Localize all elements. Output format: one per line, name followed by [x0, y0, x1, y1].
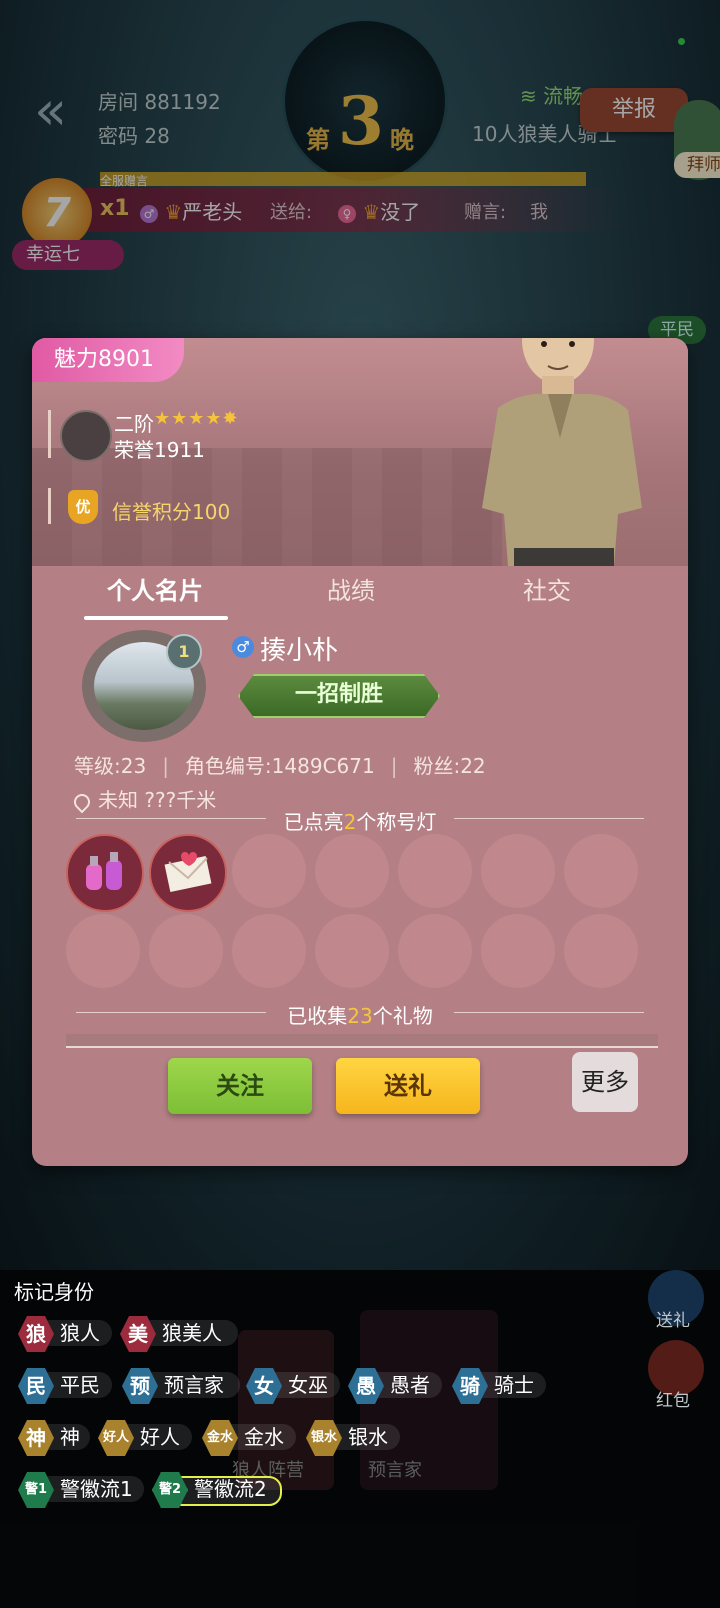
avatar-level-badge: 1: [166, 634, 202, 670]
divider: |: [390, 754, 398, 778]
credit-score: 信誉积分100: [112, 500, 231, 524]
chip-label: 平民: [60, 1373, 100, 1397]
credit-shield-icon: 优: [68, 490, 98, 524]
love-letter-icon[interactable]: [149, 834, 227, 912]
mark-gold-water[interactable]: 金水 金水: [202, 1420, 298, 1456]
chip-label: 警徽流1: [60, 1477, 133, 1501]
more-button[interactable]: 更多: [572, 1052, 638, 1112]
mark-badge-flow-2[interactable]: 警2 警徽流2: [152, 1472, 284, 1508]
rank-icon: [60, 410, 112, 462]
mark-good-person[interactable]: 好人 好人: [98, 1420, 194, 1456]
village-background: [32, 448, 502, 566]
gifts-count: 23: [347, 1004, 373, 1028]
player-profile-modal: 魅力8901 二阶 ★★★★✸ 荣誉1911 优 信誉积分100 个人名片 战绩…: [32, 338, 688, 1166]
tab-profile-card[interactable]: 个人名片: [80, 566, 230, 616]
gifts-post: 个礼物: [372, 1004, 433, 1028]
mark-witch[interactable]: 女 女巫: [246, 1368, 342, 1404]
gifts-pre: 已收集: [287, 1004, 348, 1028]
empty-title-slot: [398, 914, 472, 988]
right-red-label[interactable]: 红包: [656, 1386, 690, 1411]
mark-badge-flow-1[interactable]: 警1 警徽流1: [18, 1472, 144, 1508]
chip-label: 好人: [140, 1425, 180, 1449]
chip-label: 金水: [244, 1425, 284, 1449]
right-send-label[interactable]: 送礼: [656, 1306, 690, 1331]
empty-title-slot: [232, 834, 306, 908]
empty-title-slot: [564, 914, 638, 988]
character-portrait: [482, 338, 642, 566]
mark-seer[interactable]: 预 预言家: [122, 1368, 240, 1404]
divider: [454, 1012, 644, 1013]
male-icon: ♂: [232, 636, 254, 658]
empty-title-slot: [315, 914, 389, 988]
mark-knight[interactable]: 骑 骑士: [452, 1368, 548, 1404]
divider: [48, 410, 51, 458]
gifts-section-header: 已收集23个礼物: [76, 1000, 644, 1028]
send-gift-button[interactable]: 送礼: [336, 1058, 480, 1114]
mark-identity-title: 标记身份: [14, 1280, 94, 1304]
potion-icon[interactable]: [66, 834, 144, 912]
honor-points: 荣誉1911: [114, 438, 205, 462]
chip-label: 狼美人: [162, 1321, 222, 1345]
tab-social[interactable]: 社交: [472, 566, 622, 616]
mark-wolf[interactable]: 狼 狼人: [18, 1316, 114, 1352]
level-stat: 等级:23: [74, 754, 147, 778]
gift-list[interactable]: [66, 1034, 658, 1046]
chip-label: 女巫: [288, 1373, 328, 1397]
empty-title-slot: [232, 914, 306, 988]
empty-title-slot: [315, 834, 389, 908]
chip-label: 预言家: [164, 1373, 224, 1397]
divider: [76, 818, 266, 819]
titles-section-header: 已点亮2个称号灯: [76, 806, 644, 834]
profile-tabs: 个人名片 战绩 社交: [32, 566, 688, 616]
rank-stars: ★★★★✸: [154, 408, 239, 429]
mark-god[interactable]: 神 神: [18, 1420, 90, 1456]
role-id-stat: 角色编号:1489C671: [184, 754, 375, 778]
divider: [66, 1046, 658, 1048]
chip-label: 警徽流2: [194, 1477, 267, 1501]
empty-title-slot: [481, 834, 555, 908]
follow-button[interactable]: 关注: [168, 1058, 312, 1114]
divider: [454, 818, 644, 819]
mark-idiot[interactable]: 愚 愚者: [348, 1368, 444, 1404]
active-tab-indicator: [84, 616, 228, 620]
divider: [76, 1012, 266, 1013]
mark-civilian[interactable]: 民 平民: [18, 1368, 114, 1404]
titles-post: 个称号灯: [356, 810, 437, 834]
mark-silver-water[interactable]: 银水 银水: [306, 1420, 402, 1456]
title-badge: 一招制胜: [238, 674, 440, 718]
divider: |: [162, 754, 169, 778]
empty-title-slot: [564, 834, 638, 908]
charm-badge: 魅力8901: [32, 338, 184, 382]
chip-label: 狼人: [60, 1321, 100, 1345]
tab-records[interactable]: 战绩: [276, 566, 426, 616]
player-stats: 等级:23 | 角色编号:1489C671 | 粉丝:22: [74, 750, 486, 779]
chip-label: 银水: [348, 1425, 388, 1449]
mark-wolf-beauty[interactable]: 美 狼美人: [120, 1316, 240, 1352]
nickname: 揍小朴: [260, 636, 339, 666]
chip-label: 神: [60, 1425, 80, 1449]
empty-title-slot: [66, 914, 140, 988]
empty-title-slot: [149, 914, 223, 988]
titles-count: 2: [343, 810, 357, 834]
fans-stat: 粉丝:22: [413, 754, 486, 778]
empty-title-slot: [398, 834, 472, 908]
rank-name: 二阶: [114, 412, 154, 436]
chip-label: 愚者: [390, 1373, 430, 1397]
empty-title-slot: [481, 914, 555, 988]
titles-pre: 已点亮: [283, 810, 344, 834]
chip-label: 骑士: [494, 1373, 534, 1397]
divider: [48, 488, 51, 524]
